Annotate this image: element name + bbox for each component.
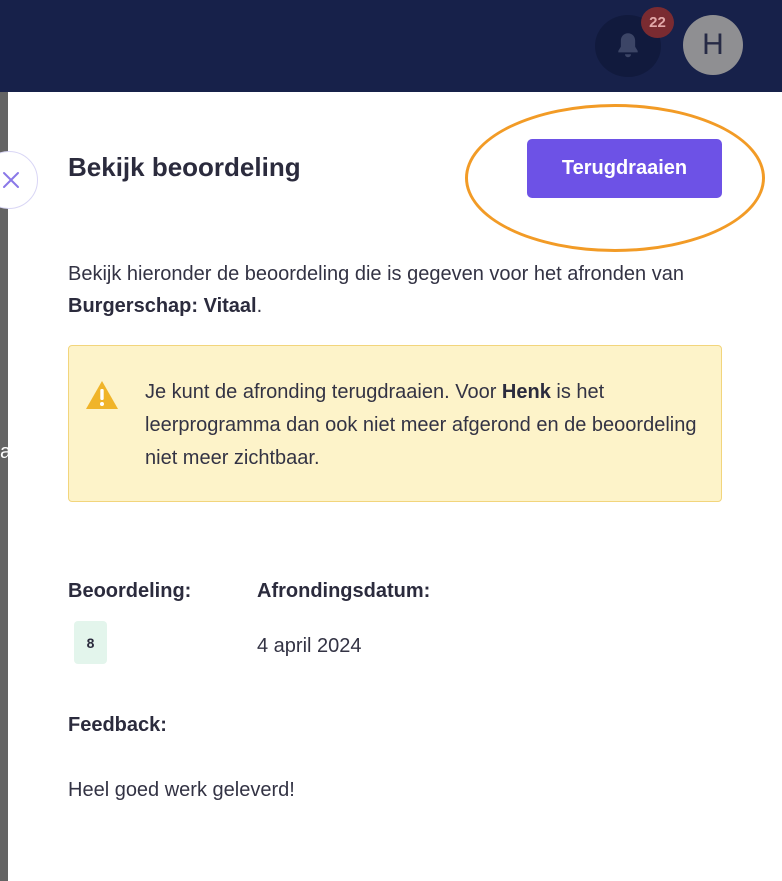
feedback-label: Feedback: <box>68 714 167 736</box>
warning-triangle-icon <box>86 381 118 409</box>
grade-label: Beoordeling: <box>68 580 192 602</box>
intro-suffix: . <box>256 295 263 317</box>
bell-icon <box>618 33 638 58</box>
warning-alert: Je kunt de afronding terugdraaien. Voor … <box>68 345 722 502</box>
completion-date-label: Afrondingsdatum: <box>257 580 431 602</box>
panel-title: Bekijk beoordeling <box>68 152 301 182</box>
top-bar: 22 H <box>0 0 782 92</box>
grade-value-badge: 8 <box>74 621 107 664</box>
notification-count-badge: 22 <box>641 7 674 38</box>
student-name: Henk <box>501 381 551 403</box>
highlight-annotation <box>465 104 765 252</box>
intro-prefix: Bekijk hieronder de beoordeling die is g… <box>68 263 684 285</box>
intro-text: Bekijk hieronder de beoordeling die is g… <box>68 258 688 322</box>
page-backdrop <box>0 92 8 881</box>
feedback-value: Heel goed werk geleverd! <box>68 779 295 801</box>
warning-prefix: Je kunt de afronding terugdraaien. Voor <box>145 381 502 403</box>
warning-text: Je kunt de afronding terugdraaien. Voor … <box>145 376 705 475</box>
close-icon <box>3 172 19 188</box>
backdrop-text: a <box>0 441 8 463</box>
program-name: Burgerschap: Vitaal <box>68 295 257 317</box>
user-avatar[interactable]: H <box>683 15 743 75</box>
completion-date-value: 4 april 2024 <box>257 635 362 657</box>
